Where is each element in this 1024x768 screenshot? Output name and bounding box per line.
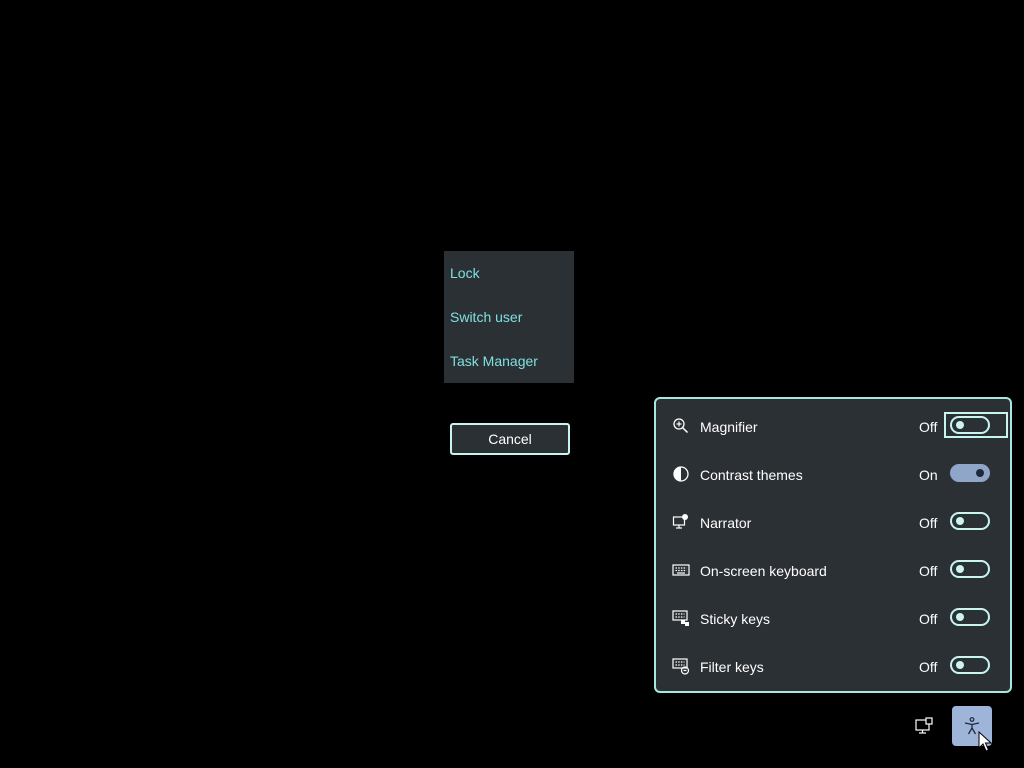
contrast-icon [672,465,690,483]
narrator-label: Narrator [700,515,752,531]
magnifier-state: Off [919,419,938,435]
magnifier-icon [672,417,690,435]
sticky-keys-icon [672,609,690,627]
lock-option[interactable]: Lock [450,263,480,283]
accessibility-flyout: Magnifier Off Contrast themes On Narrato… [654,397,1012,693]
magnifier-toggle[interactable] [950,416,990,434]
toggle-knob [956,565,964,573]
magnifier-row[interactable]: Magnifier Off [656,401,1010,449]
toggle-knob [956,613,964,621]
accessibility-icon [964,717,980,735]
keyboard-icon [672,561,690,579]
sticky-keys-row[interactable]: Sticky keys Off [656,593,1010,641]
cancel-button[interactable]: Cancel [450,423,570,455]
on-screen-keyboard-label: On-screen keyboard [700,563,827,579]
toggle-knob [976,469,984,477]
narrator-icon [672,513,690,531]
task-manager-option[interactable]: Task Manager [450,351,538,371]
switch-user-option[interactable]: Switch user [450,307,522,327]
filter-keys-icon [672,657,690,675]
magnifier-label: Magnifier [700,419,758,435]
ctrl-alt-del-menu: Lock Switch user Task Manager [444,251,574,383]
on-screen-keyboard-row[interactable]: On-screen keyboard Off [656,545,1010,593]
accessibility-button[interactable] [952,706,992,746]
contrast-themes-row[interactable]: Contrast themes On [656,449,1010,497]
contrast-themes-toggle[interactable] [950,464,990,482]
narrator-toggle[interactable] [950,512,990,530]
filter-keys-label: Filter keys [700,659,764,675]
toggle-knob [956,661,964,669]
contrast-themes-state: On [919,467,938,483]
on-screen-keyboard-toggle[interactable] [950,560,990,578]
on-screen-keyboard-state: Off [919,563,938,579]
sticky-keys-state: Off [919,611,938,627]
filter-keys-toggle[interactable] [950,656,990,674]
narrator-row[interactable]: Narrator Off [656,497,1010,545]
toggle-knob [956,517,964,525]
sticky-keys-toggle[interactable] [950,608,990,626]
contrast-themes-label: Contrast themes [700,467,803,483]
filter-keys-state: Off [919,659,938,675]
secure-desktop: Lock Switch user Task Manager Cancel Mag… [0,0,1024,768]
toggle-knob [956,421,964,429]
narrator-state: Off [919,515,938,531]
sticky-keys-label: Sticky keys [700,611,771,627]
network-icon[interactable] [914,716,934,736]
filter-keys-row[interactable]: Filter keys Off [656,641,1010,689]
